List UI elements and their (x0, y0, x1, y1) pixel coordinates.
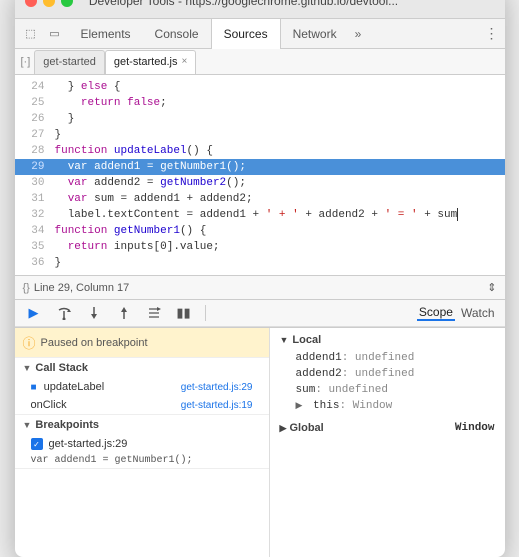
scope-content: ▼ Local addend1: undefined addend2: unde… (270, 328, 505, 557)
stack-file-1: get-started.js:19 (181, 400, 253, 411)
pause-banner: ⓘ Paused on breakpoint (15, 328, 269, 358)
brackets-icon: {} (23, 282, 30, 294)
tab-watch[interactable]: Watch (459, 306, 497, 320)
status-bar: {} Line 29, Column 17 ⇕ (15, 275, 505, 299)
file-tab-label-js: get-started.js (114, 50, 178, 74)
call-stack-section: ▼ Call Stack ■ updateLabel get-started.j… (15, 358, 269, 415)
breakpoint-item-0[interactable]: ✓ get-started.js:29 (15, 435, 269, 453)
stack-file-0: get-started.js:29 (181, 382, 253, 393)
traffic-lights (25, 0, 73, 7)
scope-var-this: ▶ this: Window (280, 398, 495, 414)
bottom-panel: ⓘ Paused on breakpoint ▼ Call Stack ■ up… (15, 327, 505, 557)
file-tabs: [·] get-started get-started.js × (15, 49, 505, 75)
code-line-24: 24 } else { (15, 79, 505, 95)
menu-icon[interactable]: ⋮ (485, 25, 499, 42)
toolbar-divider (205, 305, 206, 321)
code-line-32: 32 label.textContent = addend1 + ' + ' +… (15, 207, 505, 223)
scope-var-addend2: addend2: undefined (280, 366, 495, 382)
scroll-icon: ⇕ (487, 281, 496, 294)
step-out-button[interactable] (113, 302, 135, 324)
local-section-label[interactable]: ▼ Local (280, 334, 495, 346)
code-area: 24 } else { 25 return false; 26 } 27 } 2… (15, 75, 505, 299)
window-title: Developer Tools - https://googlechrome.g… (83, 0, 405, 8)
code-line-34: 34 function getNumber1() { (15, 223, 505, 239)
pause-button[interactable]: ▮▮ (173, 302, 195, 324)
breakpoints-header[interactable]: ▼ Breakpoints (15, 415, 269, 435)
global-section-label[interactable]: ▶ Global Window (280, 420, 495, 436)
sidebar-toggle-icon[interactable]: [·] (21, 56, 31, 68)
more-tabs[interactable]: » (349, 27, 368, 41)
resume-button[interactable]: ▶ (23, 302, 45, 324)
call-stack-label: Call Stack (35, 362, 88, 374)
devtools-window: Developer Tools - https://googlechrome.g… (15, 0, 505, 557)
file-tab-label: get-started (43, 50, 96, 74)
step-button[interactable] (143, 302, 165, 324)
debug-toolbar: ▶ ▮▮ (15, 299, 505, 327)
code-line-31: 31 var sum = addend1 + addend2; (15, 191, 505, 207)
file-tab-get-started-js[interactable]: get-started.js × (105, 50, 196, 74)
code-editor[interactable]: 24 } else { 25 return false; 26 } 27 } 2… (15, 75, 505, 275)
breakpoints-label: Breakpoints (35, 419, 99, 431)
breakpoints-section: ▼ Breakpoints ✓ get-started.js:29 var ad… (15, 415, 269, 469)
code-line-29: 29 var addend1 = getNumber1(); (15, 159, 505, 175)
info-icon: ⓘ (23, 333, 36, 352)
maximize-button[interactable] (61, 0, 73, 7)
stack-fn-0: updateLabel (44, 381, 105, 393)
tab-sources[interactable]: Sources (211, 19, 281, 49)
code-line-27: 27 } (15, 127, 505, 143)
code-line-36: 36 } (15, 255, 505, 271)
tab-elements[interactable]: Elements (69, 19, 143, 49)
status-text: Line 29, Column 17 (34, 282, 129, 294)
bp-label-0: get-started.js:29 (49, 438, 128, 450)
scope-watch-tabs: Scope Watch (417, 305, 497, 321)
scope-var-sum: sum: undefined (280, 382, 495, 398)
call-stack-header[interactable]: ▼ Call Stack (15, 358, 269, 378)
close-button[interactable] (25, 0, 37, 7)
code-line-30: 30 var addend2 = getNumber2(); (15, 175, 505, 191)
tab-scope[interactable]: Scope (417, 305, 455, 321)
stack-icon-0: ■ (31, 382, 37, 393)
code-line-25: 25 return false; (15, 95, 505, 111)
file-tab-close-icon[interactable]: × (181, 50, 187, 74)
step-over-button[interactable] (53, 302, 75, 324)
minimize-button[interactable] (43, 0, 55, 7)
stack-fn-1: onClick (31, 399, 67, 411)
bp-checkbox-0[interactable]: ✓ (31, 438, 43, 450)
cursor-icon[interactable]: ⬚ (21, 24, 41, 44)
breakpoints-arrow: ▼ (23, 420, 32, 430)
tab-network[interactable]: Network (281, 19, 349, 49)
global-section: ▶ Global Window (280, 420, 495, 436)
breakpoint-code-preview: var addend1 = getNumber1(); (15, 453, 269, 468)
mobile-icon[interactable]: ▭ (45, 24, 65, 44)
call-stack-item-0[interactable]: ■ updateLabel get-started.js:29 (15, 378, 269, 396)
code-line-26: 26 } (15, 111, 505, 127)
title-bar: Developer Tools - https://googlechrome.g… (15, 0, 505, 19)
step-into-button[interactable] (83, 302, 105, 324)
call-stack-arrow: ▼ (23, 363, 32, 373)
code-line-35: 35 return inputs[0].value; (15, 239, 505, 255)
call-stack-item-1[interactable]: onClick get-started.js:19 (15, 396, 269, 414)
code-line-28: 28 function updateLabel() { (15, 143, 505, 159)
scope-var-addend1: addend1: undefined (280, 350, 495, 366)
pause-text: Paused on breakpoint (41, 337, 148, 349)
left-debug-panel: ⓘ Paused on breakpoint ▼ Call Stack ■ up… (15, 328, 270, 557)
right-scope-panel: ▼ Local addend1: undefined addend2: unde… (270, 328, 505, 557)
tab-console[interactable]: Console (143, 19, 211, 49)
global-value: Window (455, 422, 495, 434)
nav-tabs: ⬚ ▭ Elements Console Sources Network » ⋮ (15, 19, 505, 49)
file-tab-get-started[interactable]: get-started (34, 50, 105, 74)
